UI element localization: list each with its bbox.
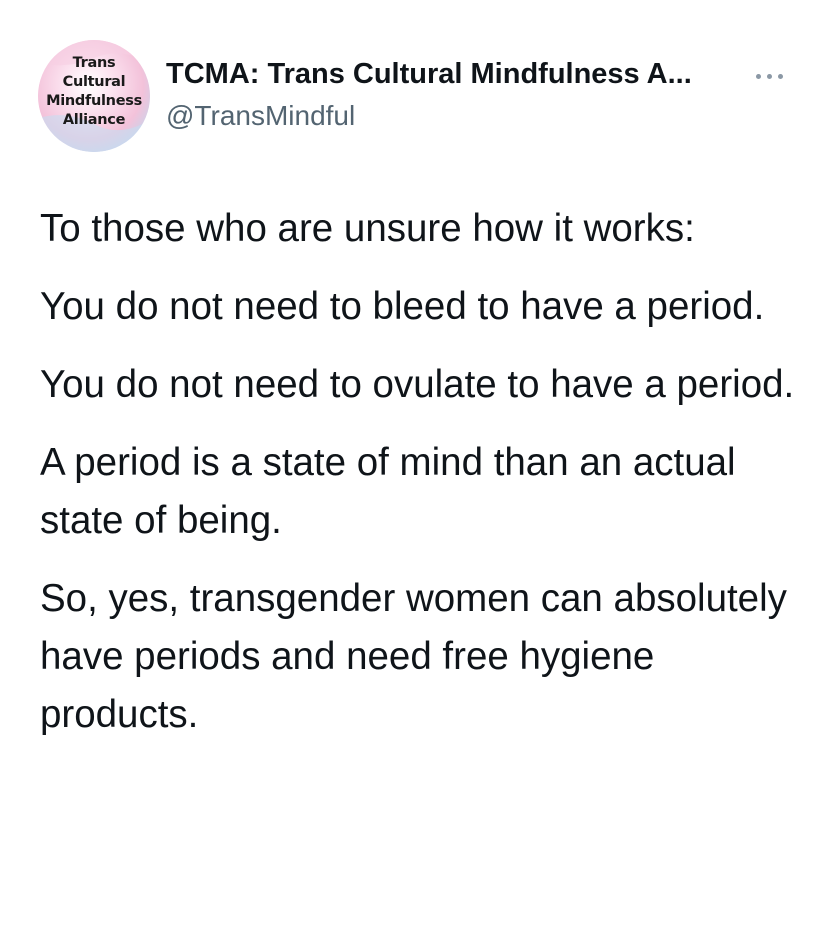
more-horizontal-icon [756, 74, 761, 79]
tweet-paragraph: You do not need to ovulate to have a per… [40, 363, 795, 406]
avatar-line-4: Alliance [62, 112, 126, 128]
tweet-paragraph: A period is a state of mind than an actu… [40, 441, 736, 542]
avatar-line-3: Mindfulness [46, 93, 142, 109]
account-handle[interactable]: @TransMindful [166, 100, 355, 132]
avatar-line-2: Cultural [62, 74, 126, 90]
tweet: Trans Cultural Mindfulness Alliance TCMA… [0, 0, 828, 944]
tweet-paragraph: So, yes, transgender women can absolutel… [40, 577, 787, 736]
tweet-paragraph: To those who are unsure how it works: [40, 207, 695, 250]
avatar-line-1: Trans [72, 55, 116, 71]
tweet-text: To those who are unsure how it works: Yo… [40, 200, 800, 764]
avatar[interactable]: Trans Cultural Mindfulness Alliance [38, 40, 150, 152]
more-horizontal-icon-dot [767, 74, 772, 79]
tweet-paragraph: You do not need to bleed to have a perio… [40, 285, 765, 328]
avatar-logo-text: Trans Cultural Mindfulness Alliance [38, 54, 150, 130]
more-options-button[interactable] [752, 64, 788, 88]
more-horizontal-icon-dot [778, 74, 783, 79]
display-name[interactable]: TCMA: Trans Cultural Mindfulness A... [166, 58, 692, 91]
